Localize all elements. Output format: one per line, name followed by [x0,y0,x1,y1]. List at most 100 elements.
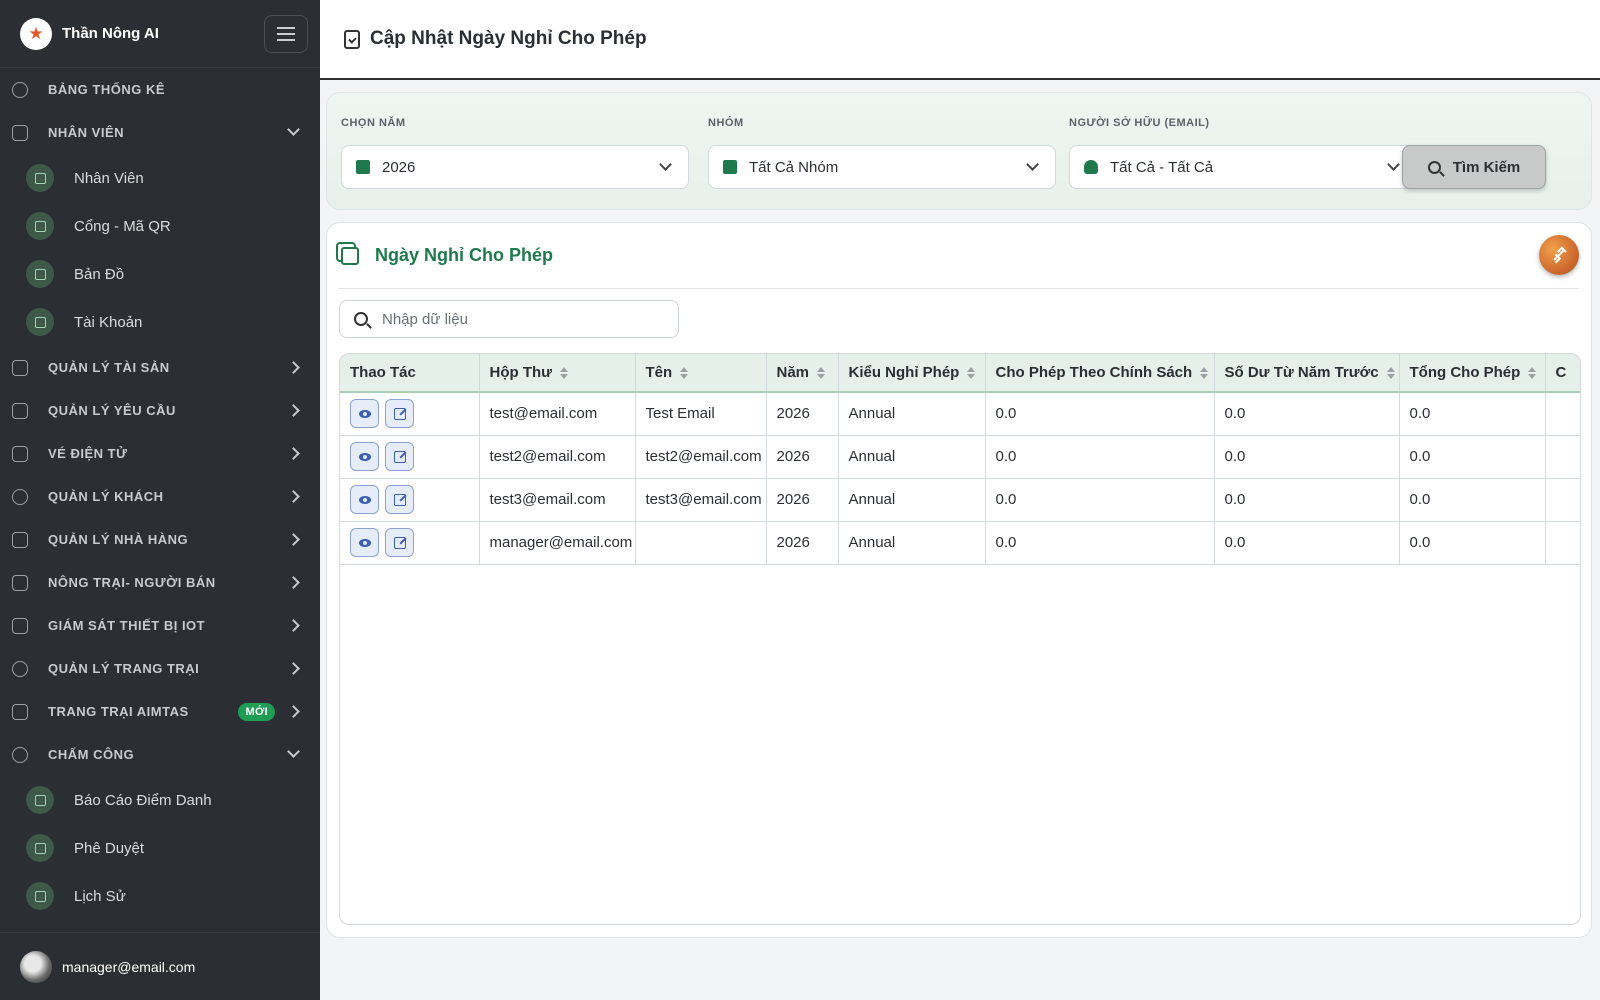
nav-section-requests[interactable]: QUẢN LÝ YÊU CẦU [0,389,320,432]
nav-section-timekeeping[interactable]: CHẤM CÔNG [0,733,320,776]
expand-button[interactable] [1539,235,1579,275]
view-button[interactable] [350,442,379,471]
qrcode-icon [26,212,54,240]
cell-total: 0.0 [1399,435,1546,479]
chevron-right-icon [287,447,300,460]
nav-section-label: CHẤM CÔNG [48,747,135,762]
sort-icon[interactable] [1200,367,1209,380]
leave-allowance-card: Ngày Nghỉ Cho Phép Thao Tác Hộp Thư Tên … [326,222,1592,938]
history-icon [26,882,54,910]
chevron-down-icon [287,745,300,758]
year-select[interactable]: 2026 [341,145,689,189]
nav-section-dashboard[interactable]: BẢNG THỐNG KÊ [0,68,320,111]
sidebar-item-approval[interactable]: Phê Duyệt [0,824,320,872]
chevron-right-icon [287,361,300,374]
sidebar-item-attendance-report[interactable]: Báo Cáo Điểm Danh [0,776,320,824]
edit-button[interactable] [385,442,414,471]
sidebar-item-label: Bản Đồ [74,265,125,283]
sort-icon[interactable] [1528,367,1537,380]
sidebar-item-map[interactable]: Bản Đồ [0,250,320,298]
sidebar-item-label: Lịch Sử [74,887,126,905]
owner-label: NGƯỜI SỞ HỮU (EMAIL) [1069,117,1210,129]
sort-icon[interactable] [680,367,689,380]
eye-icon [358,452,371,461]
edit-button[interactable] [385,485,414,514]
nav-section-farm-sellers[interactable]: NÔNG TRẠI- NGƯỜI BÁN [0,561,320,604]
cell-policy: 0.0 [985,435,1215,479]
nav-section-label: QUẢN LÝ TÀI SẢN [48,360,170,375]
view-button[interactable] [350,399,379,429]
nav-section-label: VÉ ĐIỆN TỬ [48,446,128,461]
nav-section-label: QUẢN LÝ KHÁCH [48,489,164,504]
nav-section-assets[interactable]: QUẢN LÝ TÀI SẢN [0,346,320,389]
search-button[interactable]: Tìm Kiếm [1402,145,1546,189]
col-year[interactable]: Năm [766,354,839,393]
nav-section-label: GIÁM SÁT THIẾT BỊ IOT [48,618,206,633]
nav-section-label: QUẢN LÝ YÊU CẦU [48,403,176,418]
hamburger-menu-button[interactable] [264,14,308,53]
user-profile[interactable]: manager@email.com [0,932,320,1000]
sort-icon[interactable] [967,367,976,380]
user-email: manager@email.com [62,958,196,975]
nav-section-farm-management[interactable]: QUẢN LÝ TRANG TRẠI [0,647,320,690]
nav-section-aimtas[interactable]: TRANG TRẠI AIMTAS MỚI [0,690,320,733]
edit-icon [393,450,406,463]
cell-year: 2026 [766,478,839,522]
view-button[interactable] [350,528,379,557]
col-mailbox[interactable]: Hộp Thư [479,354,636,393]
group-icon [723,160,737,174]
nav-section-employees[interactable]: NHÂN VIÊN [0,111,320,154]
nav-section-label: TRANG TRẠI AIMTAS [48,704,189,719]
sidebar-item-employees[interactable]: Nhân Viên [0,154,320,202]
nav-section-restaurant[interactable]: QUẢN LÝ NHÀ HÀNG [0,518,320,561]
cell-type: Annual [838,478,986,522]
owner-select[interactable]: Tất Cả - Tất Cả [1069,145,1417,189]
table-search-input[interactable] [382,310,678,328]
table-row: test3@email.com test3@email.com 2026 Ann… [340,478,1580,522]
nav-section-label: BẢNG THỐNG KÊ [48,82,165,97]
nav-section-guests[interactable]: QUẢN LÝ KHÁCH [0,475,320,518]
cell-carryover: 0.0 [1214,392,1400,436]
group-select[interactable]: Tất Cả Nhóm [708,145,1056,189]
col-name[interactable]: Tên [635,354,767,393]
cell-carryover: 0.0 [1214,478,1400,522]
table-row: manager@email.com 2026 Annual 0.0 0.0 0.… [340,521,1580,565]
sort-icon[interactable] [817,367,826,380]
view-button[interactable] [350,485,379,514]
clipboard-icon [12,402,28,419]
edit-button[interactable] [385,528,414,557]
cell-truncated [1545,435,1580,479]
sidebar-item-history[interactable]: Lịch Sử [0,872,320,920]
cell-year: 2026 [766,435,839,479]
col-carryover[interactable]: Số Dư Từ Năm Trước [1214,354,1400,393]
leave-table: Thao Tác Hộp Thư Tên Năm Kiểu Nghỉ Phép … [340,354,1580,565]
nav-section-e-tickets[interactable]: VÉ ĐIỆN TỬ [0,432,320,475]
col-total-allowance[interactable]: Tổng Cho Phép [1399,354,1546,393]
dashboard-icon [12,81,28,98]
col-policy-allowance[interactable]: Cho Phép Theo Chính Sách [985,354,1215,393]
edit-button[interactable] [385,399,414,429]
cell-truncated [1545,478,1580,522]
col-actions: Thao Tác [340,354,480,393]
sidebar-item-gate-qr[interactable]: Cổng - Mã QR [0,202,320,250]
data-table-container[interactable]: Thao Tác Hộp Thư Tên Năm Kiểu Nghỉ Phép … [339,353,1581,925]
chevron-right-icon [287,533,300,546]
users-icon [12,488,28,505]
year-select-value: 2026 [382,158,416,176]
sort-icon[interactable] [1386,367,1395,380]
map-icon [26,260,54,288]
cell-name: Test Email [635,392,767,436]
col-truncated[interactable]: C [1545,354,1580,393]
page-header: Cập Nhật Ngày Nghỉ Cho Phép [320,0,1600,80]
sort-icon[interactable] [560,367,569,380]
cell-carryover: 0.0 [1214,435,1400,479]
cell-policy: 0.0 [985,478,1215,522]
nav-section-iot[interactable]: GIÁM SÁT THIẾT BỊ IOT [0,604,320,647]
cell-type: Annual [838,392,986,436]
bar-chart-icon [26,786,54,814]
sidebar-item-account[interactable]: Tài Khoản [0,298,320,346]
star-logo-icon: ★ [20,17,52,50]
cell-total: 0.0 [1399,392,1546,436]
col-leave-type[interactable]: Kiểu Nghỉ Phép [838,354,986,393]
cell-name: test3@email.com [635,478,767,522]
